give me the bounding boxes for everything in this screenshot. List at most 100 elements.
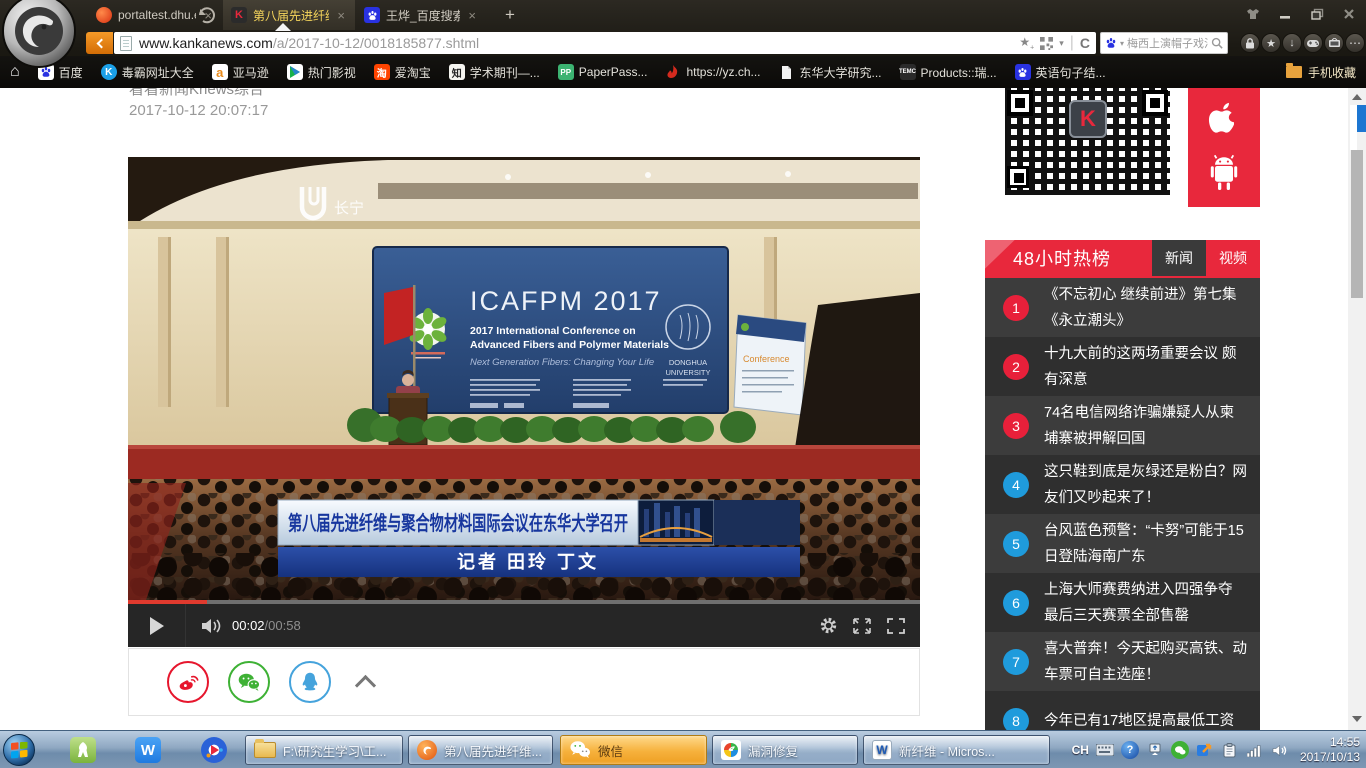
- share-qq-icon[interactable]: [289, 661, 331, 703]
- bookmark-english[interactable]: 英语句子结...: [1015, 64, 1106, 81]
- shrink-screen-icon[interactable]: [852, 617, 872, 635]
- browser-back-button[interactable]: [86, 32, 113, 54]
- android-logo-icon[interactable]: [1206, 152, 1242, 194]
- video-scene[interactable]: ICAFPM 2017 2017 International Conferenc…: [128, 157, 920, 600]
- bookmark-taobao[interactable]: 淘 爱淘宝: [374, 64, 431, 81]
- settings-gear-icon[interactable]: [819, 616, 838, 635]
- hot-item-text: 这只鞋到底是灰绿还是粉白？网友们又吵起来了！: [1044, 459, 1248, 511]
- hot-item[interactable]: 3 74名电信网络诈骗嫌疑人从柬埔寨被押解回国: [985, 396, 1260, 455]
- games-button[interactable]: [1303, 33, 1323, 53]
- scroll-up-arrow[interactable]: [1352, 94, 1362, 100]
- show-hidden-icons[interactable]: [1146, 741, 1164, 759]
- media-player-icon[interactable]: [201, 737, 227, 763]
- hot-tab-video[interactable]: 视频: [1206, 240, 1260, 276]
- network-signal-icon[interactable]: [1246, 741, 1264, 759]
- bookmark-hot-movies[interactable]: 热门影视: [287, 64, 356, 81]
- search-icon[interactable]: [1211, 37, 1223, 49]
- bookmark-paperpass[interactable]: PP PaperPass...: [558, 64, 648, 80]
- hot-item[interactable]: 8 今年已有17地区提高最低工资: [985, 691, 1260, 730]
- hot-item[interactable]: 5 台风蓝色预警：“卡努”可能于15日登陆海南广东: [985, 514, 1260, 573]
- favorite-star-icon[interactable]: ★+: [1019, 35, 1034, 51]
- tab-baidu-search[interactable]: 王烨_百度搜索 ×: [356, 0, 486, 30]
- tab-close-icon[interactable]: ×: [466, 8, 478, 23]
- taskbar-wechat-window[interactable]: 微信: [560, 735, 707, 765]
- hot-tab-news[interactable]: 新闻: [1152, 240, 1206, 276]
- hot-item[interactable]: 7 喜大普奔！今天起购买高铁、动车票可自主选座！: [985, 632, 1260, 691]
- banner-tagline: Next Generation Fibers: Changing Your Li…: [470, 357, 654, 368]
- subtitle-title-bar: 第八届先进纤维与聚合物材料国际会议在东华大学召开: [278, 500, 800, 545]
- start-button[interactable]: [3, 734, 35, 766]
- volume-icon[interactable]: [200, 617, 222, 635]
- temc-icon: TEMC: [900, 64, 916, 80]
- restore-button[interactable]: [1302, 5, 1332, 23]
- wechat-tray-icon[interactable]: [1171, 741, 1189, 759]
- search-box[interactable]: ▾ 梅西上演帽子戏法: [1100, 32, 1228, 54]
- home-icon[interactable]: ⌂: [10, 63, 20, 81]
- volume-tray-icon[interactable]: [1271, 741, 1289, 759]
- search-query[interactable]: 梅西上演帽子戏法: [1127, 35, 1208, 51]
- dropdown-caret-icon[interactable]: ▾: [1059, 38, 1064, 49]
- youdao-tray-icon[interactable]: [1196, 741, 1214, 759]
- menu-more-button[interactable]: ⋯: [1345, 33, 1365, 53]
- hot-item[interactable]: 6 上海大师赛费纳进入四强争夺 最后三天赛票全部售罄: [985, 573, 1260, 632]
- red-flag: [384, 287, 413, 345]
- bookmark-products[interactable]: TEMC Products::瑞...: [900, 64, 997, 81]
- hot-item[interactable]: 4 这只鞋到底是灰绿还是粉白？网友们又吵起来了！: [985, 455, 1260, 514]
- bookmark-dhu-grad[interactable]: 东华大学研究...: [779, 64, 882, 81]
- wechat-icon: [569, 739, 591, 762]
- hot-news-list: 1 《不忘初心 继续前进》第七集《永立潮头》 2 十九大前的这两场重要会议 颇有…: [985, 276, 1260, 730]
- skin-button[interactable]: [1238, 5, 1268, 23]
- taskbar-word-window[interactable]: W 新纤维 - Micros...: [863, 735, 1050, 765]
- folder-icon: [1286, 66, 1302, 78]
- bookmark-journal[interactable]: 知 学术期刊—...: [449, 64, 540, 81]
- scrollbar-thumb[interactable]: [1351, 150, 1363, 298]
- mobile-favorites[interactable]: 手机收藏: [1286, 64, 1356, 81]
- security-lock-button[interactable]: [1240, 33, 1260, 53]
- screen: 看看新闻Knews综合 2017-10-12 20:07:17: [0, 0, 1366, 768]
- taskbar-360-window[interactable]: 漏洞修复: [712, 735, 858, 765]
- taskbar-browser-window[interactable]: 第八届先进纤维...: [408, 735, 553, 765]
- banner-line1: 2017 International Conference on: [470, 325, 636, 337]
- stage-floor: [128, 445, 920, 483]
- hot-item[interactable]: 2 十九大前的这两场重要会议 颇有深意: [985, 337, 1260, 396]
- language-indicator[interactable]: CH: [1072, 743, 1089, 757]
- system-tray: CH ? 14:55: [1072, 731, 1366, 768]
- baidu-paw-icon: [1105, 37, 1117, 49]
- qr-scan-icon[interactable]: [1040, 37, 1053, 50]
- minimize-button[interactable]: [1270, 5, 1300, 23]
- share-weibo-icon[interactable]: [167, 661, 209, 703]
- tab-close-icon[interactable]: ×: [335, 8, 347, 23]
- coreldraw-icon[interactable]: [70, 737, 96, 763]
- video-progress-bar[interactable]: [128, 600, 920, 604]
- hot-item[interactable]: 1 《不忘初心 继续前进》第七集《永立潮头》: [985, 278, 1260, 337]
- apple-logo-icon[interactable]: [1207, 101, 1241, 141]
- search-dropdown-icon[interactable]: ▾: [1120, 39, 1124, 48]
- scroll-down-arrow[interactable]: [1352, 716, 1362, 722]
- close-button[interactable]: [1334, 5, 1364, 23]
- share-wechat-icon[interactable]: [228, 661, 270, 703]
- hot-list-header: 48小时热榜 新闻 视频: [985, 240, 1260, 276]
- new-tab-button[interactable]: +: [497, 3, 523, 27]
- page-icon: [779, 64, 795, 80]
- bookmark-duba[interactable]: K 毒霸网址大全: [101, 64, 194, 81]
- bookmark-amazon[interactable]: a 亚马逊: [212, 64, 269, 81]
- seal-text-2: UNIVERSITY: [665, 368, 710, 377]
- play-button[interactable]: [128, 604, 186, 647]
- clipboard-tray-icon[interactable]: [1221, 741, 1239, 759]
- address-bar[interactable]: www.kankanews.com/a/2017-10-12/001818587…: [114, 32, 1096, 54]
- tab-close-icon[interactable]: ×: [202, 8, 214, 23]
- page-scrollbar[interactable]: [1348, 88, 1366, 730]
- tab-dhu-portal[interactable]: portaltest.dhu.edu.... ×: [88, 0, 222, 30]
- fullscreen-icon[interactable]: [886, 617, 906, 635]
- video-tv-button[interactable]: [1324, 33, 1344, 53]
- taskbar-clock[interactable]: 14:55 2017/10/13: [1300, 735, 1360, 765]
- refresh-icon[interactable]: C: [1080, 35, 1090, 51]
- download-button[interactable]: ↓: [1282, 33, 1302, 53]
- keyboard-icon[interactable]: [1096, 741, 1114, 759]
- help-icon[interactable]: ?: [1121, 741, 1139, 759]
- taskbar-folder-window[interactable]: F:\研究生学习\工...: [245, 735, 403, 765]
- collapse-share-chevron-icon[interactable]: [355, 674, 376, 695]
- wps-icon[interactable]: W: [135, 737, 161, 763]
- bookmark-yz[interactable]: https://yz.ch...: [665, 64, 760, 80]
- favorites-button[interactable]: ★: [1261, 33, 1281, 53]
